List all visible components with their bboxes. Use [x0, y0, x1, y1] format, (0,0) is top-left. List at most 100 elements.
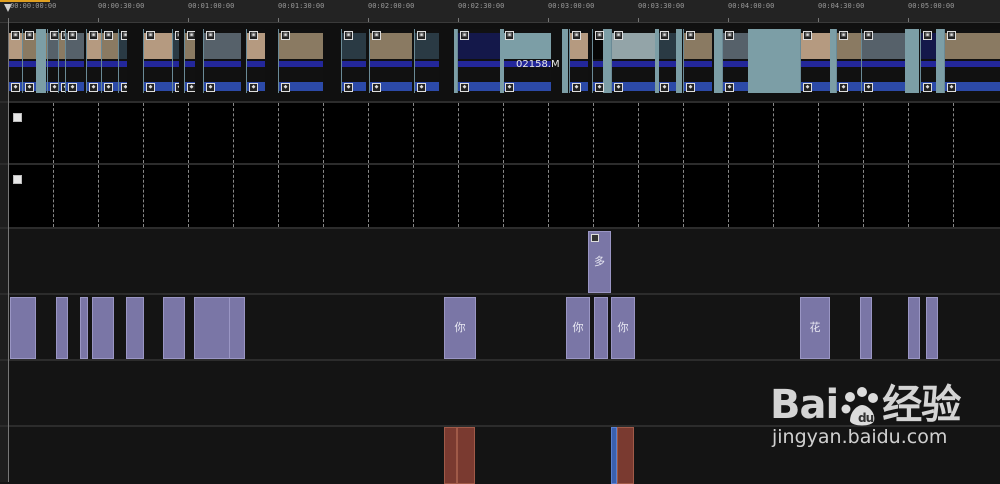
clip-type-icon: ▣ — [460, 31, 469, 40]
clip-type-icon: ▣ — [249, 31, 258, 40]
video-clip[interactable]: ▣◆ — [65, 29, 84, 93]
clip-audio-icon: ◆ — [417, 83, 426, 92]
video-clip[interactable]: ▣◆ — [203, 29, 241, 93]
title-clip[interactable] — [229, 297, 245, 359]
guide-line — [863, 103, 864, 163]
video-clip[interactable]: ▣◆ — [414, 29, 439, 93]
clip-type-icon: ▣ — [614, 31, 623, 40]
overlay-track-1[interactable] — [0, 103, 1000, 165]
audio-clip[interactable] — [617, 427, 634, 484]
clip-audio-icon: ◆ — [686, 83, 695, 92]
title-clip[interactable]: 你 — [611, 297, 635, 359]
clip-audio-icon: ◆ — [660, 83, 669, 92]
clip-type-icon: ▣ — [839, 31, 848, 40]
clip-type-icon: ▣ — [344, 31, 353, 40]
transition-block[interactable] — [714, 29, 722, 93]
title-clip[interactable] — [163, 297, 185, 359]
title-clip[interactable] — [860, 297, 872, 359]
transition-block[interactable] — [676, 29, 682, 93]
clip-type-icon: ▣ — [505, 31, 514, 40]
audio-clip[interactable] — [444, 427, 457, 484]
transition-block[interactable] — [830, 29, 836, 93]
guide-line — [143, 103, 144, 163]
title-clip[interactable] — [56, 297, 68, 359]
clip-type-icon: ▣ — [68, 31, 77, 40]
ruler-tick-label: 00:00:30:00 — [98, 2, 145, 10]
video-clip[interactable]: ▣◆ — [457, 29, 502, 93]
title-clip[interactable] — [926, 297, 938, 359]
video-clip[interactable]: ▣◆ — [341, 29, 366, 93]
title-clip[interactable] — [10, 297, 36, 359]
video-clip[interactable]: ▣◆ — [944, 29, 1000, 93]
video-clip[interactable]: ▣◆ — [86, 29, 101, 93]
transition-block[interactable] — [905, 29, 919, 93]
title-track[interactable]: 你你你花 — [0, 295, 1000, 361]
playhead-line[interactable] — [8, 22, 9, 482]
transition-block[interactable] — [454, 29, 457, 93]
video-clip[interactable]: ▣◆ — [611, 29, 656, 93]
guide-line — [278, 103, 279, 163]
clip-audio-icon: ◆ — [175, 83, 179, 92]
video-clip[interactable]: ▣◆ — [278, 29, 323, 93]
transition-block[interactable] — [603, 29, 611, 93]
overlay-title-clip[interactable]: 多 — [588, 231, 611, 293]
transition-block[interactable] — [500, 29, 504, 93]
title-clip[interactable] — [80, 297, 88, 359]
guide-line — [593, 103, 594, 163]
video-clip[interactable]: ▣◆ — [184, 29, 195, 93]
title-clip[interactable]: 你 — [444, 297, 476, 359]
title-clip[interactable]: 你 — [566, 297, 590, 359]
transition-block[interactable] — [655, 29, 659, 93]
guide-line — [683, 165, 684, 227]
guide-line — [458, 165, 459, 227]
clip-bar — [612, 61, 656, 67]
video-clip[interactable]: ▣◆ — [800, 29, 831, 93]
clip-type-icon: ▣ — [146, 31, 155, 40]
track-lock-icon[interactable] — [13, 113, 22, 122]
video-clip[interactable]: ▣◆ — [58, 29, 65, 93]
transition-block[interactable] — [562, 29, 568, 93]
video-clip[interactable]: ▣◆ — [861, 29, 906, 93]
video-track[interactable]: ▣ ◆ ▣ ◆ ▣ ◆ ▣ ◆ ▣ ◆ ▣ ◆ ▣ ◆ ▣ ◆ ▣ ◆ ▣ ◆ ▣ ◆ ▣ ◆ ▣ ◆ ▣ ◆ ▣ ◆ ▣ ◆ ▣ ◆ ▣ ◆ ▣ ◆ ▣ ◆… — [0, 23, 1000, 103]
video-clip[interactable]: ▣◆ — [369, 29, 412, 93]
clip-audio-icon: ◆ — [864, 83, 873, 92]
video-clip[interactable]: ▣◆ — [836, 29, 861, 93]
guide-line — [638, 103, 639, 163]
video-clip[interactable]: ▣◆ — [118, 29, 127, 93]
transition-block[interactable] — [792, 29, 800, 93]
transition-block[interactable] — [748, 29, 798, 93]
video-clip[interactable]: ▣◆ — [722, 29, 749, 93]
clip-audio-icon: ◆ — [839, 83, 848, 92]
timeline-ruler[interactable]: 00:00:00:00 00:00:30:00 00:01:00:00 00:0… — [0, 0, 1000, 23]
guide-line — [233, 103, 234, 163]
title-clip[interactable] — [908, 297, 920, 359]
clip-bar — [119, 61, 127, 67]
guide-line — [728, 103, 729, 163]
video-clip[interactable]: ▣◆ — [246, 29, 265, 93]
overlay-track-3[interactable]: 多 — [0, 229, 1000, 295]
clip-audio-icon: ◆ — [146, 83, 155, 92]
title-clip[interactable]: 花 — [800, 297, 830, 359]
video-clip[interactable]: ▣◆ — [172, 29, 179, 93]
audio-clip[interactable] — [457, 427, 475, 484]
video-clip[interactable]: ▣◆ — [47, 29, 58, 93]
overlay-track-2[interactable] — [0, 165, 1000, 229]
video-clip[interactable]: ▣◆ — [8, 29, 23, 93]
title-clip[interactable] — [92, 297, 114, 359]
title-clip[interactable] — [126, 297, 144, 359]
title-clip[interactable] — [594, 297, 608, 359]
guide-line — [143, 165, 144, 227]
transition-block[interactable] — [36, 29, 46, 93]
video-clip[interactable]: ▣◆ — [683, 29, 712, 93]
guide-line — [818, 165, 819, 227]
guide-line — [953, 165, 954, 227]
guide-line — [188, 103, 189, 163]
track-lock-icon[interactable] — [13, 175, 22, 184]
video-clip[interactable]: ▣◆ — [569, 29, 588, 93]
transition-block[interactable] — [936, 29, 944, 93]
guide-line — [413, 165, 414, 227]
video-clip[interactable]: ▣◆ — [101, 29, 118, 93]
clip-type-icon: ▣ — [923, 31, 932, 40]
video-clip[interactable]: ▣◆ — [143, 29, 172, 93]
clip-type-icon: ▣ — [89, 31, 98, 40]
